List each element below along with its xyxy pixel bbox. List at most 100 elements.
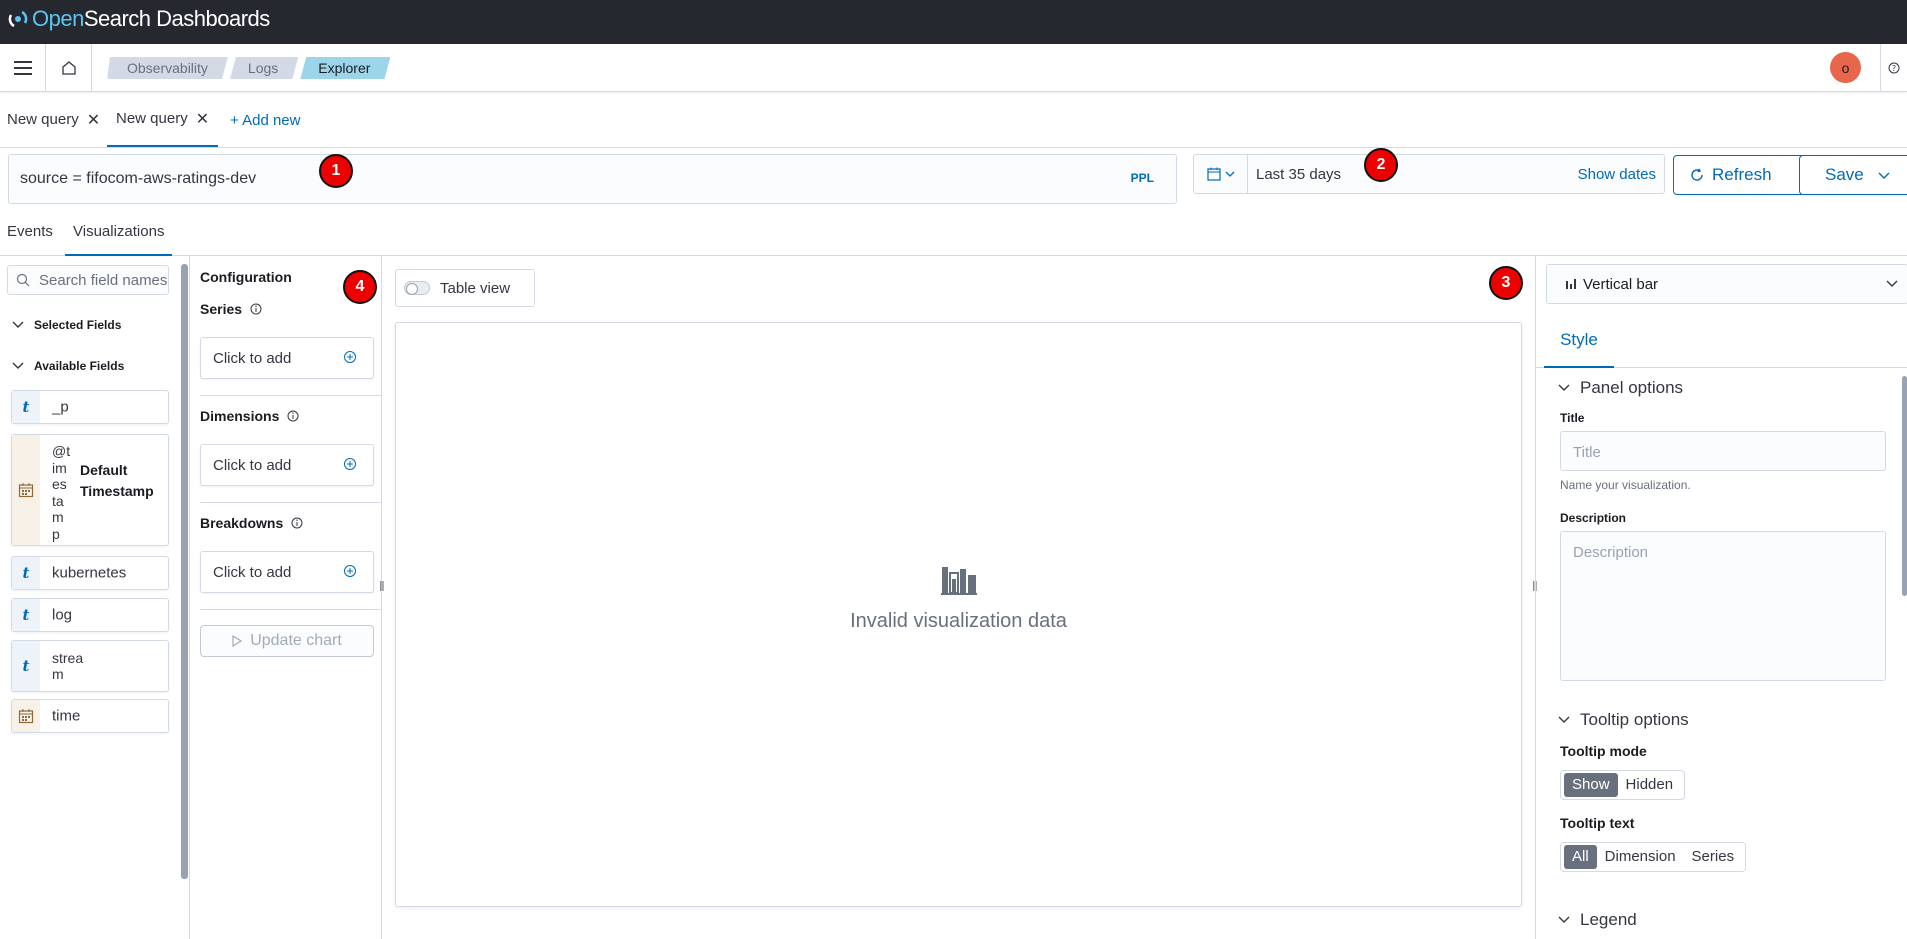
string-type-icon: t xyxy=(12,391,40,423)
home-button[interactable] xyxy=(46,44,92,92)
series-heading: Series xyxy=(200,301,262,317)
title-label: Title xyxy=(1560,411,1585,425)
tooltip-mode-hidden[interactable]: Hidden xyxy=(1618,773,1682,797)
query-text: source = fifocom-aws-ratings-dev xyxy=(20,170,257,187)
info-icon[interactable] xyxy=(291,517,303,529)
breakdowns-add-button[interactable]: Click to add xyxy=(200,551,374,593)
field-name: strea m xyxy=(52,650,84,682)
table-view-label: Table view xyxy=(440,279,511,297)
table-view-toggle[interactable]: Table view xyxy=(395,269,535,307)
tab-style[interactable]: Style xyxy=(1544,320,1614,368)
calendar-icon xyxy=(1206,167,1221,181)
tooltip-text-dimension[interactable]: Dimension xyxy=(1597,845,1684,869)
plus-in-circle-icon xyxy=(344,458,356,470)
field-item-p[interactable]: t _p xyxy=(11,390,169,424)
description-label: Description xyxy=(1560,511,1627,525)
help-button[interactable]: ? xyxy=(1880,44,1907,92)
toggle-switch[interactable] xyxy=(404,281,430,295)
query-tab-2[interactable]: New query ✕ xyxy=(107,92,219,147)
tooltip-mode-label: Tooltip mode xyxy=(1560,743,1647,759)
plus-in-circle-icon xyxy=(344,351,356,363)
query-tab-1[interactable]: New query ✕ xyxy=(7,92,100,147)
query-tab-label: New query xyxy=(116,110,188,127)
info-icon[interactable] xyxy=(250,303,262,315)
legend-toggle[interactable]: Legend xyxy=(1558,910,1637,930)
tab-events[interactable]: Events xyxy=(7,214,53,256)
add-new-query-link[interactable]: + Add new xyxy=(230,112,300,129)
save-button[interactable]: Save xyxy=(1799,155,1907,195)
tooltip-mode-group: Show Hidden xyxy=(1560,770,1686,800)
menu-button[interactable] xyxy=(0,44,46,92)
field-name: log xyxy=(52,606,73,624)
hamburger-icon xyxy=(13,61,32,75)
chevron-down-icon xyxy=(1558,716,1570,723)
top-bar: OpenSearch Dashboards xyxy=(0,0,1907,44)
breakdowns-heading: Breakdowns xyxy=(200,515,303,531)
language-badge[interactable]: PPL xyxy=(1131,171,1154,185)
vertical-bar-icon xyxy=(1566,279,1576,289)
tooltip-text-series[interactable]: Series xyxy=(1684,845,1743,869)
quick-select-button[interactable] xyxy=(1194,155,1248,193)
breadcrumb-observability[interactable]: Observability xyxy=(107,57,228,79)
opensearch-logo[interactable]: OpenSearch Dashboards xyxy=(8,6,270,32)
tooltip-text-group: All Dimension Series xyxy=(1560,842,1747,872)
field-sidebar: Search field names Selected Fields Avail… xyxy=(0,256,190,939)
panel-options-toggle[interactable]: Panel options xyxy=(1558,378,1683,398)
close-icon[interactable]: ✕ xyxy=(87,110,100,130)
explorer-tabs: Events Visualizations xyxy=(0,214,1907,256)
chevron-down-icon xyxy=(1886,280,1898,287)
field-item-time[interactable]: time xyxy=(11,699,169,733)
show-dates-link[interactable]: Show dates xyxy=(1578,166,1656,183)
title-input[interactable]: Title xyxy=(1560,431,1886,471)
divider xyxy=(200,502,382,503)
dimensions-add-button[interactable]: Click to add xyxy=(200,444,374,486)
breadcrumb: Observability Logs Explorer xyxy=(107,57,390,79)
tooltip-text-all[interactable]: All xyxy=(1564,845,1597,869)
tooltip-text-label: Tooltip text xyxy=(1560,815,1635,831)
visualization-area: Table view Invalid visualization data xyxy=(382,256,1535,939)
left-resize-handle[interactable]: ‖ xyxy=(379,578,385,594)
play-icon xyxy=(232,635,243,647)
annotation-badge-3: 3 xyxy=(1489,266,1523,300)
search-icon xyxy=(16,273,30,287)
field-item-stream[interactable]: t strea m xyxy=(11,640,169,692)
close-icon[interactable]: ✕ xyxy=(196,109,209,129)
field-item-kubernetes[interactable]: t kubernetes xyxy=(11,556,169,590)
breadcrumb-logs[interactable]: Logs xyxy=(230,57,298,79)
tooltip-options-toggle[interactable]: Tooltip options xyxy=(1558,710,1689,730)
field-item-log[interactable]: t log xyxy=(11,598,169,632)
available-fields-toggle[interactable]: Available Fields xyxy=(12,359,124,373)
nav-header: Observability Logs Explorer o ? xyxy=(0,44,1907,92)
update-chart-button[interactable]: Update chart xyxy=(200,625,374,657)
date-range-label[interactable]: Last 35 days xyxy=(1256,166,1341,183)
field-name: @t im es ta m p xyxy=(52,443,71,542)
field-item-timestamp[interactable]: @t im es ta m p Default Timestamp xyxy=(11,434,169,546)
series-add-button[interactable]: Click to add xyxy=(200,337,374,379)
help-icon: ? xyxy=(1888,62,1900,74)
selected-fields-toggle[interactable]: Selected Fields xyxy=(12,318,121,332)
refresh-button[interactable]: Refresh xyxy=(1673,155,1807,195)
selected-fields-label: Selected Fields xyxy=(34,318,122,332)
chevron-down-icon xyxy=(12,321,24,328)
description-placeholder: Description xyxy=(1573,544,1649,561)
refresh-label: Refresh xyxy=(1712,165,1772,184)
field-search-input[interactable]: Search field names xyxy=(7,265,169,295)
query-tab-label: New query xyxy=(7,111,79,128)
string-type-icon: t xyxy=(12,557,40,589)
annotation-badge-4: 4 xyxy=(343,270,377,304)
sidebar-scrollbar[interactable] xyxy=(181,264,188,879)
divider xyxy=(200,609,382,610)
tooltip-mode-show[interactable]: Show xyxy=(1564,773,1618,797)
description-textarea[interactable]: Description xyxy=(1560,531,1886,681)
field-name: kubernetes xyxy=(52,564,127,582)
date-picker[interactable]: Last 35 days Show dates xyxy=(1193,154,1665,194)
avatar[interactable]: o xyxy=(1830,52,1861,83)
visualization-type-select[interactable]: Vertical bar xyxy=(1546,264,1907,304)
tab-visualizations[interactable]: Visualizations xyxy=(65,214,173,256)
query-input[interactable]: source = fifocom-aws-ratings-dev PPL xyxy=(8,154,1177,204)
info-icon[interactable] xyxy=(287,410,299,422)
chevron-down-icon xyxy=(12,362,24,369)
string-type-icon: t xyxy=(12,641,40,691)
svg-text:?: ? xyxy=(1892,64,1896,73)
style-panel-scrollbar[interactable] xyxy=(1902,376,1907,596)
